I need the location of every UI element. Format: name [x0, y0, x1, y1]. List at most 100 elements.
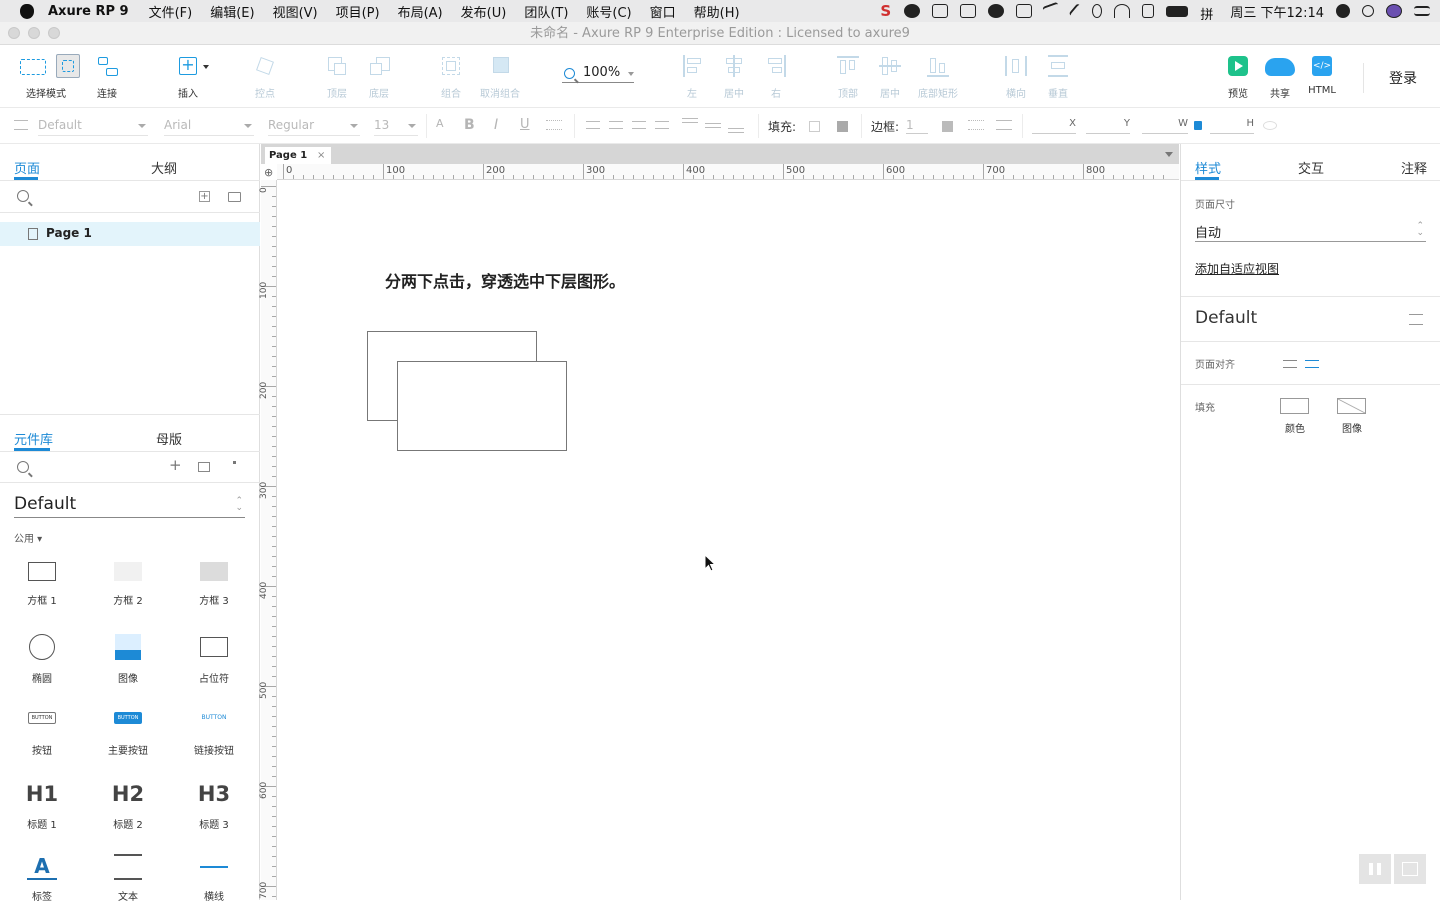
- add-folder-icon[interactable]: [228, 192, 241, 202]
- apple-icon[interactable]: [20, 3, 34, 19]
- italic-icon[interactable]: I: [494, 117, 498, 133]
- font-weight-select[interactable]: Regular: [268, 116, 360, 136]
- fill-image-button[interactable]: 图像: [1337, 398, 1367, 435]
- distribute-horizontal-button[interactable]: 横向: [1002, 53, 1030, 100]
- widget-image[interactable]: 图像: [88, 634, 168, 685]
- page-size-select[interactable]: 自动 ⌃ ⌄: [1195, 222, 1426, 242]
- zoom-window-button[interactable]: [48, 27, 60, 39]
- font-size-select[interactable]: 13: [374, 116, 418, 136]
- align-top-button[interactable]: 顶部: [834, 53, 862, 100]
- x-input[interactable]: X: [1032, 118, 1076, 134]
- html-button[interactable]: </> HTML: [1306, 53, 1338, 96]
- menu-help[interactable]: 帮助(H): [694, 2, 740, 21]
- library-select[interactable]: Default ⌃ ⌄: [14, 494, 245, 518]
- bring-to-front-button[interactable]: 顶层: [322, 53, 352, 100]
- widget-box2[interactable]: 方框 2: [88, 562, 168, 607]
- screenshot-button[interactable]: [1394, 854, 1426, 884]
- bluetooth-icon[interactable]: [1092, 4, 1103, 18]
- widget-label-text[interactable]: A 标签: [2, 854, 82, 903]
- widget-primary-button[interactable]: BUTTON 主要按钮: [88, 712, 168, 757]
- widget-heading3[interactable]: H3 标题 3: [174, 782, 254, 831]
- zoom-select[interactable]: 100%: [562, 65, 634, 83]
- add-page-icon[interactable]: +: [199, 191, 210, 202]
- add-adaptive-view-link[interactable]: 添加自适应视图: [1195, 260, 1279, 277]
- canvas-area[interactable]: Page 1 × ⊕ 0 100 200 300 400 500 600 700 800 0 10…: [259, 144, 1179, 900]
- widget-hline[interactable]: 横线: [174, 854, 254, 903]
- page-align-center-icon[interactable]: [1305, 360, 1319, 368]
- fill-color-swatch[interactable]: [809, 121, 820, 132]
- add-library-icon[interactable]: +: [169, 456, 182, 474]
- battery-icon[interactable]: [1166, 5, 1189, 17]
- connect-button[interactable]: 连接: [92, 53, 122, 100]
- align-middle-button[interactable]: 居中: [876, 53, 904, 100]
- border-color-swatch[interactable]: [942, 121, 953, 132]
- send-to-back-button[interactable]: 底层: [364, 53, 394, 100]
- category-toggle[interactable]: 公用 ▾: [14, 530, 42, 545]
- distribute-vertical-button[interactable]: 垂直: [1044, 53, 1072, 100]
- siri-icon[interactable]: [1386, 4, 1402, 18]
- style-select[interactable]: Default: [38, 116, 148, 136]
- tab-pages[interactable]: 页面: [14, 158, 40, 177]
- border-width-input[interactable]: 1: [906, 118, 928, 134]
- widget-placeholder[interactable]: 占位符: [174, 634, 254, 685]
- document-tab[interactable]: Page 1 ×: [265, 147, 331, 164]
- s-app-icon[interactable]: S: [880, 2, 892, 20]
- text-align-center-icon[interactable]: [609, 121, 623, 129]
- widget-button[interactable]: BUTTON 按钮: [2, 712, 82, 757]
- page-align-left-icon[interactable]: [1283, 360, 1297, 368]
- tab-list-chevron-icon[interactable]: [1165, 152, 1173, 157]
- menu-file[interactable]: 文件(F): [149, 2, 193, 21]
- vertical-ruler[interactable]: 0 100 200 300 400 500 600 700: [259, 180, 277, 900]
- input-method-icon[interactable]: 拼: [1200, 4, 1218, 23]
- tab-interaction[interactable]: 交互: [1298, 158, 1324, 177]
- ungroup-button[interactable]: 取消组合: [476, 53, 524, 100]
- insert-button[interactable]: + 插入: [170, 53, 209, 100]
- widget-link-button[interactable]: BUTTON 链接按钮: [174, 712, 254, 757]
- location-icon[interactable]: [1068, 3, 1084, 19]
- instruction-text[interactable]: 分两下点击，穿透选中下层图形。: [385, 268, 625, 292]
- valign-top-icon[interactable]: [682, 118, 698, 123]
- bullet-list-icon[interactable]: [546, 120, 562, 130]
- page-tree-item[interactable]: Page 1: [0, 222, 260, 246]
- valign-bottom-icon[interactable]: [728, 128, 744, 133]
- menu-edit[interactable]: 编辑(E): [210, 2, 254, 21]
- front-rectangle[interactable]: [397, 361, 567, 451]
- user-icon[interactable]: [1336, 4, 1350, 18]
- minimize-window-button[interactable]: [28, 27, 40, 39]
- align-center-button[interactable]: 居中: [720, 53, 748, 100]
- border-style-icon[interactable]: [968, 120, 984, 130]
- library-search-icon[interactable]: [17, 461, 29, 473]
- library-copy-icon[interactable]: [198, 462, 210, 472]
- widget-box1[interactable]: 方框 1: [2, 562, 82, 607]
- visibility-eye-icon[interactable]: [1263, 121, 1277, 130]
- y-input[interactable]: Y: [1086, 118, 1130, 134]
- panel-divider[interactable]: [0, 414, 260, 415]
- screenshot-icon[interactable]: [1016, 4, 1033, 18]
- tab-notes[interactable]: 注释: [1401, 158, 1427, 177]
- w-input[interactable]: W: [1142, 118, 1188, 134]
- more-options-icon[interactable]: [233, 461, 236, 473]
- send-icon[interactable]: [1042, 1, 1063, 21]
- menu-window[interactable]: 窗口: [650, 2, 676, 21]
- menu-layout[interactable]: 布局(A): [398, 2, 443, 21]
- text-align-left-icon[interactable]: [586, 121, 600, 129]
- notification-center-icon[interactable]: [1414, 6, 1430, 16]
- horizontal-ruler[interactable]: 0 100 200 300 400 500 600 700 800: [277, 164, 1179, 180]
- edit-style-icon[interactable]: [1409, 314, 1423, 325]
- clock[interactable]: 周三 下午12:14: [1230, 2, 1324, 21]
- underline-icon[interactable]: U: [520, 117, 530, 132]
- fill-shadow-swatch[interactable]: [837, 121, 848, 132]
- page-search-icon[interactable]: [17, 190, 29, 202]
- menu-team[interactable]: 团队(T): [524, 2, 568, 21]
- close-window-button[interactable]: [8, 27, 20, 39]
- ruler-origin-icon[interactable]: ⊕: [264, 166, 273, 179]
- widget-ellipse[interactable]: 椭圆: [2, 634, 82, 685]
- font-color-icon[interactable]: A: [436, 117, 444, 130]
- menu-view[interactable]: 视图(V): [273, 2, 318, 21]
- widget-heading2[interactable]: H2 标题 2: [88, 782, 168, 831]
- text-justify-icon[interactable]: [655, 121, 669, 129]
- bold-icon[interactable]: B: [464, 117, 475, 133]
- font-family-select[interactable]: Arial: [164, 116, 254, 136]
- login-button[interactable]: 登录: [1389, 68, 1417, 88]
- menu-publish[interactable]: 发布(U): [461, 2, 507, 21]
